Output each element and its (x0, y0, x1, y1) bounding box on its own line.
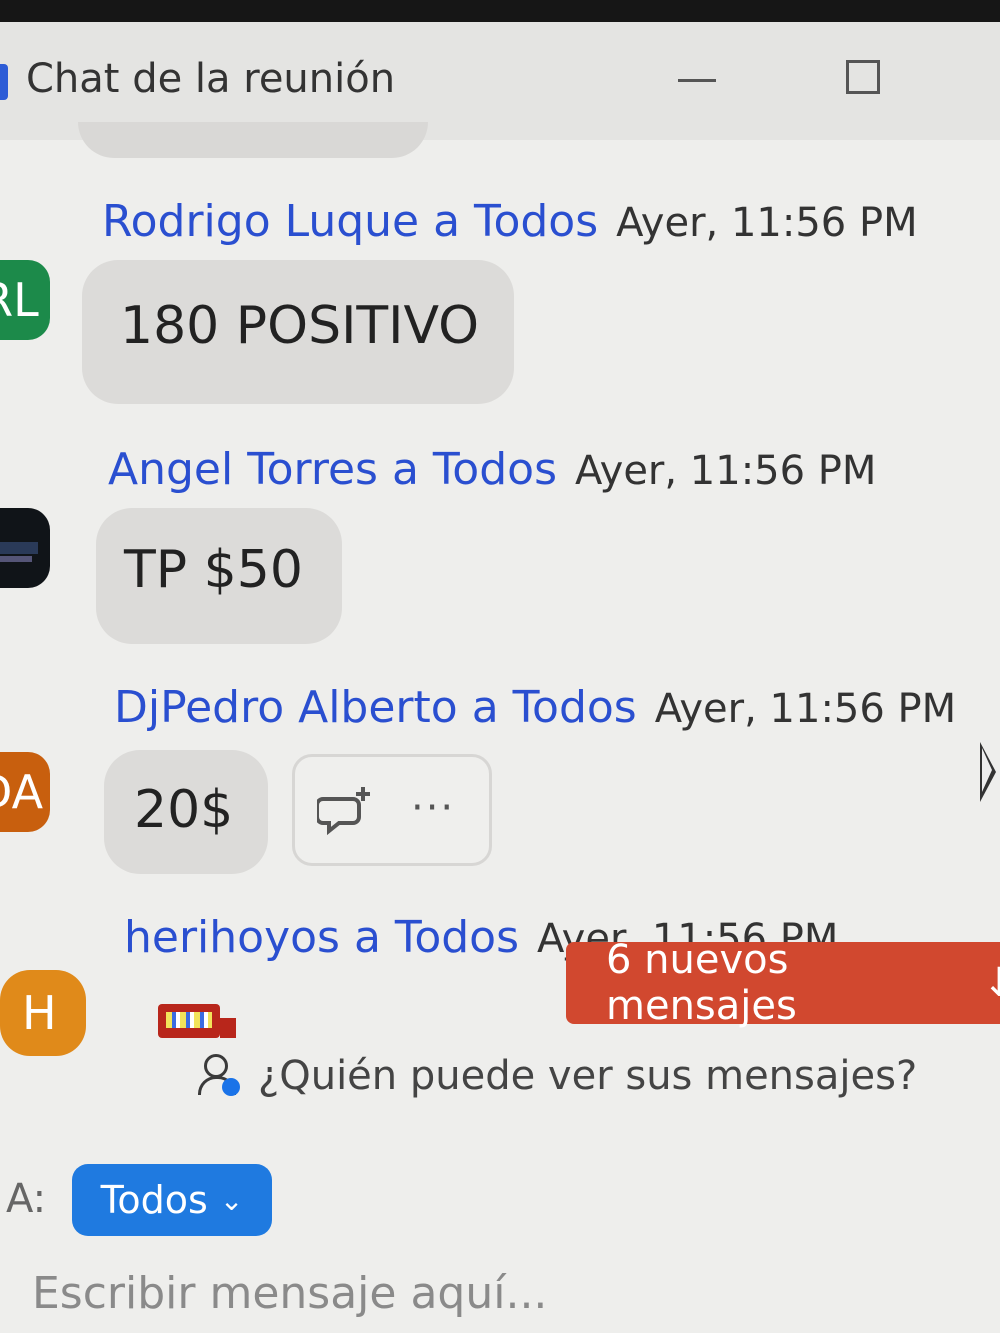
recipient-value: Todos (100, 1178, 208, 1222)
sender-name[interactable]: herihoyos (124, 912, 340, 963)
message-header: DjPedro Alberto a Todos Ayer, 11:56 PM (114, 682, 956, 733)
previous-message-bubble (78, 122, 428, 158)
message-header: Angel Torres a Todos Ayer, 11:56 PM (108, 444, 876, 495)
avatar-initials: DA (0, 765, 44, 819)
message-time: Ayer, 11:56 PM (575, 448, 877, 494)
window-title: Chat de la reunión (26, 56, 396, 102)
message-visibility-link[interactable]: ¿Quién puede ver sus mensajes? (196, 1052, 917, 1100)
avatar[interactable]: DA (0, 752, 50, 832)
avatar[interactable]: H (0, 970, 86, 1056)
reply-in-thread-icon[interactable] (317, 785, 373, 837)
recipient-label: a Todos (391, 444, 557, 495)
maximize-icon (846, 60, 880, 94)
message-bubble[interactable]: TP $50 (96, 508, 342, 644)
image-attachment-icon[interactable] (158, 1004, 236, 1038)
avatar-initials: RL (0, 273, 39, 327)
new-messages-banner[interactable]: 6 nuevos mensajes ↓ (566, 937, 1000, 1029)
avatar[interactable]: RL (0, 260, 50, 340)
user-visibility-icon (196, 1052, 244, 1100)
avatar-image-detail (0, 556, 32, 562)
to-label: A: (6, 1176, 47, 1222)
message-bubble[interactable]: 20$ (104, 750, 268, 874)
avatar-initials: H (22, 986, 57, 1040)
status-dot (222, 1078, 240, 1096)
title-accent (0, 64, 8, 100)
sender-name[interactable]: Rodrigo Luque (102, 196, 419, 247)
chevron-down-icon: ⌄ (219, 1183, 244, 1217)
maximize-button[interactable] (846, 60, 886, 100)
mouse-cursor-icon (980, 742, 996, 802)
meeting-chat-window: Chat de la reunión Rodrigo Luque a Todos… (0, 22, 1000, 1333)
recipient-label: a Todos (433, 196, 599, 247)
minimize-button[interactable] (676, 62, 716, 102)
recipient-dropdown[interactable]: Todos ⌄ (72, 1164, 272, 1236)
new-messages-label: 6 nuevos mensajes (606, 937, 797, 1029)
message-text: 180 POSITIVO (120, 296, 480, 356)
avatar-image (0, 542, 38, 554)
message-header: Rodrigo Luque a Todos Ayer, 11:56 PM (102, 196, 918, 247)
message-input[interactable] (30, 1262, 994, 1324)
user-icon-head (204, 1054, 228, 1078)
avatar[interactable] (0, 508, 50, 588)
arrow-down-icon: ↓ (982, 960, 1000, 1006)
sender-name[interactable]: Angel Torres (108, 444, 378, 495)
message-actions: ··· (292, 754, 492, 866)
screen-top-edge (0, 0, 1000, 24)
attachment-thumbnail (166, 1012, 212, 1028)
message-text: TP $50 (124, 540, 303, 600)
message-text: 20$ (134, 780, 234, 840)
minimize-icon (678, 79, 716, 82)
recipient-label: a Todos (471, 682, 637, 733)
visibility-label: ¿Quién puede ver sus mensajes? (258, 1053, 918, 1099)
recipient-label: a Todos (353, 912, 520, 963)
more-options-icon[interactable]: ··· (411, 785, 455, 831)
sender-name[interactable]: DjPedro Alberto (114, 682, 458, 733)
message-time: Ayer, 11:56 PM (616, 200, 918, 246)
message-time: Ayer, 11:56 PM (654, 686, 957, 732)
attachment-tag (220, 1018, 236, 1038)
message-bubble[interactable]: 180 POSITIVO (82, 260, 514, 404)
